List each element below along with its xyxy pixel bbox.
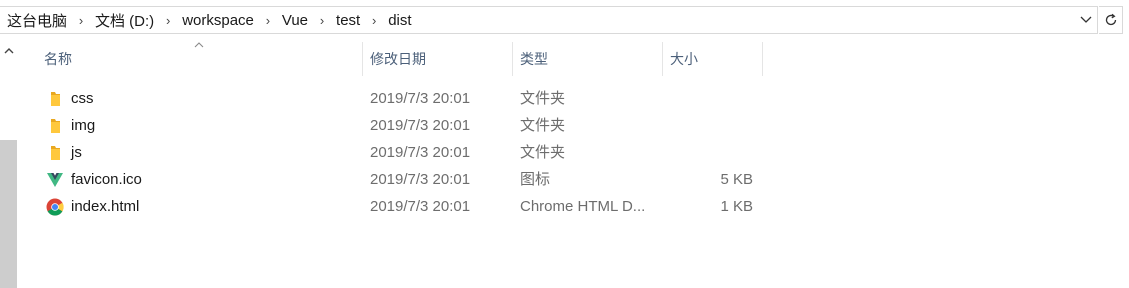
folder-icon bbox=[51, 92, 60, 106]
file-size bbox=[670, 85, 753, 112]
column-header-name[interactable]: 名称 bbox=[37, 42, 363, 76]
column-header-label: 修改日期 bbox=[370, 51, 426, 67]
chevron-right-icon[interactable]: › bbox=[254, 13, 282, 28]
chevron-down-icon bbox=[1080, 16, 1092, 23]
refresh-button[interactable] bbox=[1099, 6, 1123, 34]
file-name: js bbox=[71, 144, 82, 161]
breadcrumb-workspace[interactable]: workspace bbox=[182, 12, 254, 29]
file-type: 文件夹 bbox=[520, 117, 566, 134]
file-row[interactable]: css 2019/7/3 20:01 文件夹 bbox=[36, 85, 766, 112]
refresh-icon bbox=[1105, 13, 1116, 26]
file-name: css bbox=[71, 90, 94, 107]
vue-logo-icon bbox=[47, 173, 63, 187]
address-history-dropdown[interactable] bbox=[1075, 7, 1097, 33]
chrome-icon bbox=[46, 198, 64, 216]
column-header-type[interactable]: 类型 bbox=[513, 42, 663, 76]
column-header-size[interactable]: 大小 bbox=[663, 42, 763, 76]
file-size bbox=[670, 112, 753, 139]
chevron-right-icon[interactable]: › bbox=[67, 13, 95, 28]
file-row[interactable]: index.html 2019/7/3 20:01 Chrome HTML D.… bbox=[36, 193, 766, 220]
folder-icon bbox=[51, 146, 60, 160]
file-size: 5 KB bbox=[720, 171, 753, 188]
breadcrumb-dist[interactable]: dist bbox=[388, 12, 411, 29]
scroll-up-button[interactable] bbox=[0, 40, 17, 60]
file-size bbox=[670, 139, 753, 166]
chevron-up-icon bbox=[4, 47, 13, 53]
file-size: 1 KB bbox=[720, 198, 753, 215]
file-name: index.html bbox=[71, 198, 140, 215]
chevron-right-icon[interactable]: › bbox=[154, 13, 182, 28]
file-row[interactable]: js 2019/7/3 20:01 文件夹 bbox=[36, 139, 766, 166]
column-header-label: 名称 bbox=[44, 51, 72, 67]
file-row[interactable]: favicon.ico 2019/7/3 20:01 图标 5 KB bbox=[36, 166, 766, 193]
file-row[interactable]: img 2019/7/3 20:01 文件夹 bbox=[36, 112, 766, 139]
file-date-modified: 2019/7/3 20:01 bbox=[370, 198, 471, 215]
breadcrumb-this-pc[interactable]: 这台电脑 bbox=[7, 10, 67, 31]
column-header-date-modified[interactable]: 修改日期 bbox=[363, 42, 513, 76]
scrollbar-thumb[interactable] bbox=[0, 140, 17, 288]
column-header-label: 大小 bbox=[670, 51, 698, 67]
file-type: 图标 bbox=[520, 171, 551, 188]
file-type: 文件夹 bbox=[520, 144, 566, 161]
breadcrumb-documents-d[interactable]: 文档 (D:) bbox=[95, 10, 154, 31]
file-type: Chrome HTML D... bbox=[520, 198, 646, 215]
file-date-modified: 2019/7/3 20:01 bbox=[370, 171, 471, 188]
chevron-right-icon[interactable]: › bbox=[308, 13, 336, 28]
file-date-modified: 2019/7/3 20:01 bbox=[370, 90, 471, 107]
file-date-modified: 2019/7/3 20:01 bbox=[370, 117, 471, 134]
breadcrumb-test[interactable]: test bbox=[336, 12, 360, 29]
folder-icon bbox=[51, 119, 60, 133]
file-type: 文件夹 bbox=[520, 90, 566, 107]
file-date-modified: 2019/7/3 20:01 bbox=[370, 144, 471, 161]
breadcrumb-vue[interactable]: Vue bbox=[282, 12, 308, 29]
chevron-right-icon[interactable]: › bbox=[360, 13, 388, 28]
file-name: img bbox=[71, 117, 96, 134]
file-name: favicon.ico bbox=[71, 171, 142, 188]
address-bar[interactable]: 这台电脑 › 文档 (D:) › workspace › Vue › test … bbox=[0, 6, 1098, 34]
column-header-label: 类型 bbox=[520, 51, 548, 67]
navigation-pane-scrollbar[interactable] bbox=[0, 40, 17, 288]
breadcrumb: 这台电脑 › 文档 (D:) › workspace › Vue › test … bbox=[0, 7, 412, 33]
